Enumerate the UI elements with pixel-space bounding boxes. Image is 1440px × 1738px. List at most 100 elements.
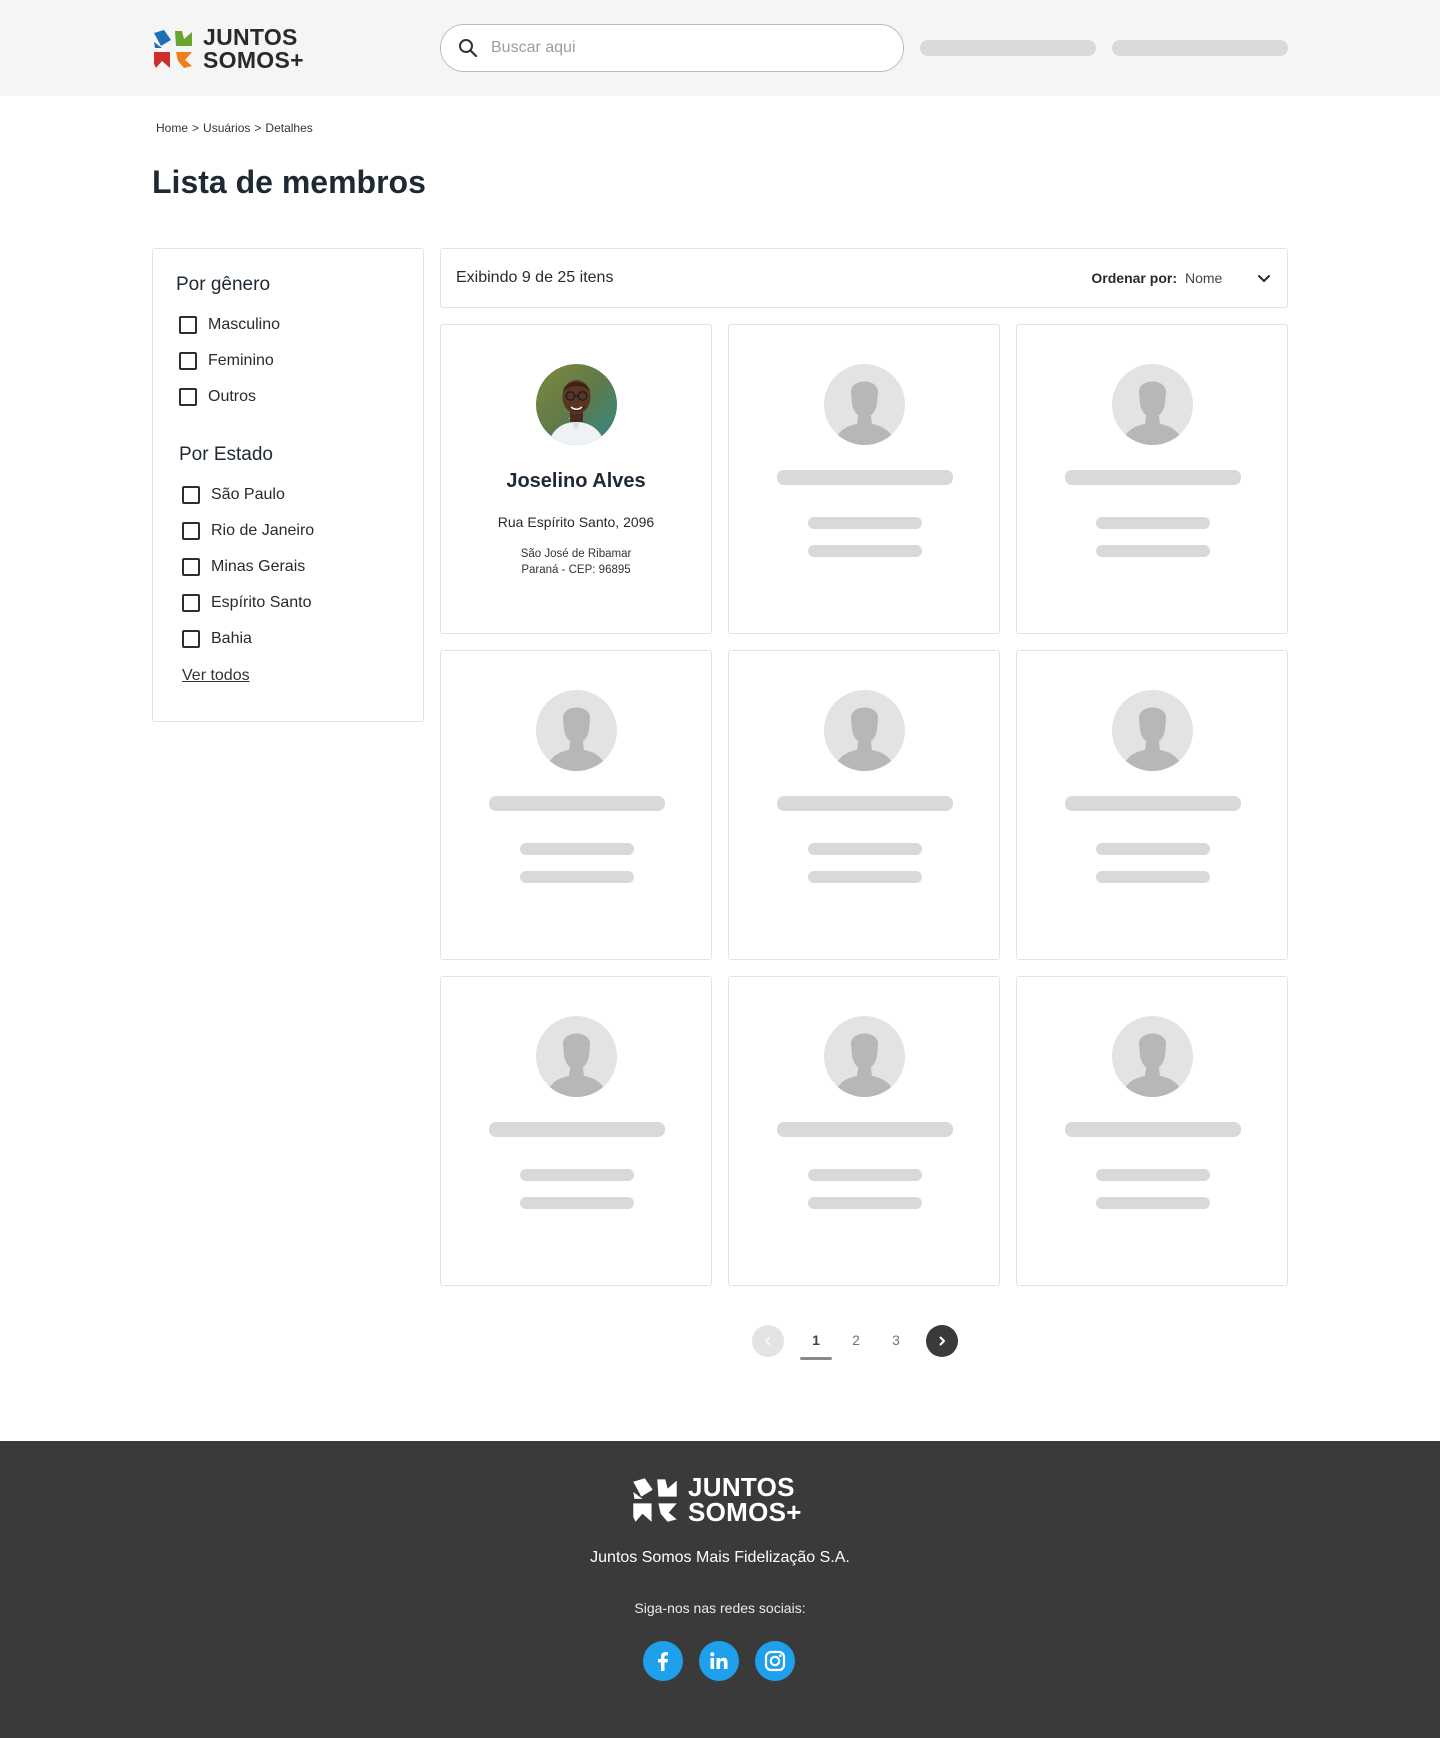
results-count: Exibindo 9 de 25 itens [456, 269, 614, 286]
pagination-page-3[interactable]: 3 [886, 1332, 906, 1348]
checkbox[interactable] [182, 630, 200, 648]
filter-panel: Por gênero Masculino Feminino Outros Por… [152, 248, 424, 722]
breadcrumb-home[interactable]: Home [156, 121, 188, 135]
avatar-placeholder-icon [824, 690, 905, 771]
filter-option-label: Minas Gerais [211, 558, 306, 575]
avatar-placeholder-icon [1112, 1016, 1193, 1097]
city-skeleton [520, 871, 634, 883]
chevron-right-icon [939, 1336, 945, 1346]
brand-logo-icon [631, 1476, 679, 1524]
city-skeleton [808, 545, 922, 557]
city-skeleton [1096, 871, 1210, 883]
pagination-page-1[interactable]: 1 [806, 1332, 826, 1348]
checkbox[interactable] [182, 522, 200, 540]
instagram-link[interactable] [755, 1641, 795, 1681]
member-name[interactable]: Joselino Alves [441, 470, 711, 493]
breadcrumb-separator: > [254, 121, 262, 135]
member-card-placeholder [1016, 650, 1288, 960]
address-skeleton [1096, 843, 1210, 855]
checkbox[interactable] [182, 594, 200, 612]
brand-logo[interactable]: JUNTOS SOMOS+ [152, 26, 304, 72]
member-card-placeholder [728, 324, 1000, 634]
avatar-placeholder-icon [536, 1016, 617, 1097]
breadcrumb: Home > Usuários > Detalhes [156, 121, 313, 135]
linkedin-link[interactable] [699, 1641, 739, 1681]
name-skeleton [777, 1122, 953, 1137]
brand-line-2: SOMOS+ [688, 1497, 802, 1527]
name-skeleton [777, 470, 953, 485]
current-page-indicator [800, 1357, 832, 1360]
city-skeleton [808, 1197, 922, 1209]
header-link-skeleton-1[interactable] [920, 40, 1096, 56]
member-card[interactable]: Joselino Alves Rua Espírito Santo, 2096 … [440, 324, 712, 634]
sort-dropdown[interactable]: Ordenar por: Nome [1091, 263, 1272, 293]
filter-state-sao-paulo[interactable]: São Paulo [182, 486, 285, 504]
pagination-page-2[interactable]: 2 [846, 1332, 866, 1348]
city-skeleton [808, 871, 922, 883]
member-state-cep: Paraná - CEP: 96895 [521, 564, 631, 576]
filter-state-bahia[interactable]: Bahia [182, 630, 252, 648]
address-skeleton [808, 1169, 922, 1181]
filter-option-label: Feminino [208, 352, 274, 369]
pagination-next-button[interactable] [926, 1325, 958, 1357]
filter-state-title: Por Estado [179, 444, 273, 465]
avatar-placeholder-icon [824, 364, 905, 445]
avatar-placeholder-icon [1112, 690, 1193, 771]
city-skeleton [520, 1197, 634, 1209]
filter-option-label: Espírito Santo [211, 594, 312, 611]
filter-option-label: Masculino [208, 316, 281, 333]
filter-gender-outros[interactable]: Outros [179, 388, 256, 406]
avatar-placeholder-icon [536, 690, 617, 771]
name-skeleton [777, 796, 953, 811]
search-input[interactable] [491, 39, 871, 57]
pagination-prev-button[interactable] [752, 1325, 784, 1357]
filter-option-label: Bahia [211, 630, 252, 647]
linkedin-icon [710, 1652, 728, 1669]
member-card-placeholder [728, 650, 1000, 960]
member-address: Rua Espírito Santo, 2096 [497, 514, 655, 530]
address-skeleton [808, 517, 922, 529]
company-name: Juntos Somos Mais Fidelização S.A. [590, 1549, 850, 1566]
filter-option-label: Rio de Janeiro [211, 522, 315, 539]
filter-option-label: São Paulo [211, 486, 285, 503]
checkbox[interactable] [179, 388, 197, 406]
filter-gender-masculino[interactable]: Masculino [179, 316, 280, 334]
checkbox[interactable] [182, 558, 200, 576]
name-skeleton [1065, 470, 1241, 485]
chevron-down-icon [1258, 275, 1270, 282]
top-header: JUNTOS SOMOS+ [0, 0, 1440, 96]
breadcrumb-users[interactable]: Usuários [203, 121, 250, 135]
filter-state-rio-de-janeiro[interactable]: Rio de Janeiro [182, 522, 314, 540]
filter-gender-feminino[interactable]: Feminino [179, 352, 274, 370]
social-heading: Siga-nos nas redes sociais: [634, 1600, 806, 1616]
address-skeleton [520, 1169, 634, 1181]
member-city-block: São José de Ribamar Paraná - CEP: 96895 [441, 546, 711, 578]
results-toolbar: Exibindo 9 de 25 itens Ordenar por: Nome [440, 248, 1288, 308]
member-card-placeholder [440, 976, 712, 1286]
footer-logo[interactable]: JUNTOS SOMOS+ [631, 1474, 802, 1527]
checkbox[interactable] [179, 352, 197, 370]
filter-state-minas-gerais[interactable]: Minas Gerais [182, 558, 305, 576]
address-skeleton [520, 843, 634, 855]
sort-label: Ordenar por: [1091, 270, 1177, 286]
city-skeleton [1096, 1197, 1210, 1209]
brand-line-1: JUNTOS [203, 24, 298, 50]
checkbox[interactable] [179, 316, 197, 334]
header-link-skeleton-2[interactable] [1112, 40, 1288, 56]
see-all-link[interactable]: Ver todos [182, 667, 250, 685]
chevron-left-icon [765, 1336, 771, 1346]
member-card-placeholder [440, 650, 712, 960]
footer: JUNTOS SOMOS+ Juntos Somos Mais Fideliza… [0, 1441, 1440, 1738]
facebook-link[interactable] [643, 1641, 683, 1681]
city-skeleton [1096, 545, 1210, 557]
address-skeleton [1096, 1169, 1210, 1181]
filter-state-espirito-santo[interactable]: Espírito Santo [182, 594, 312, 612]
checkbox[interactable] [182, 486, 200, 504]
breadcrumb-separator: > [192, 121, 200, 135]
search-box[interactable] [440, 24, 904, 72]
facebook-icon [658, 1652, 668, 1671]
member-city: São José de Ribamar [520, 548, 632, 560]
name-skeleton [1065, 1122, 1241, 1137]
member-photo [536, 364, 617, 445]
avatar-placeholder-icon [1112, 364, 1193, 445]
